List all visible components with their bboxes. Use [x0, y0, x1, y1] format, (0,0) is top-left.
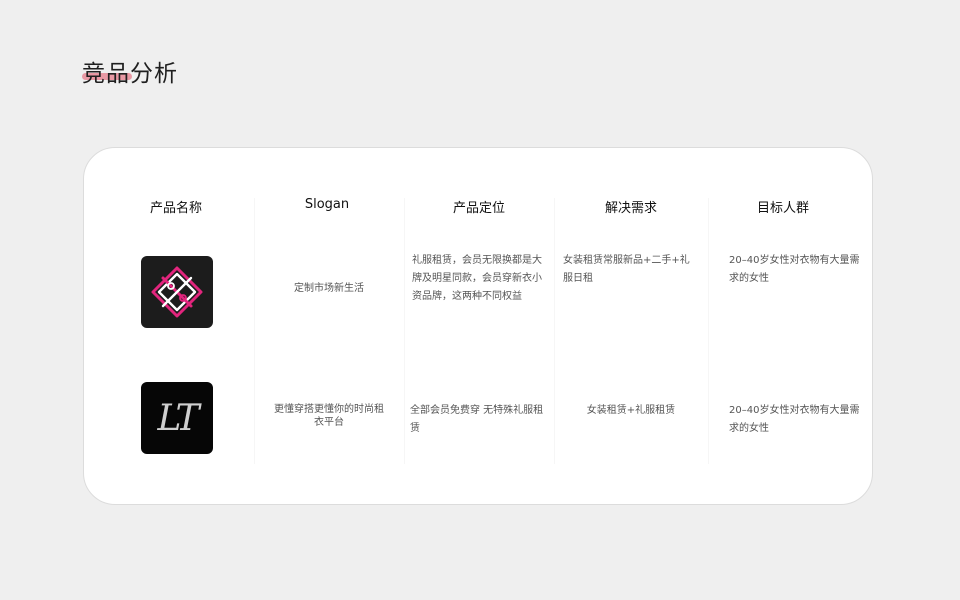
header-positioning: 产品定位	[452, 201, 506, 216]
lt-logo-icon: LT	[157, 397, 200, 439]
row1-needs: 女装租赁常服新品+二手+礼服日租	[563, 255, 690, 284]
column-divider	[254, 198, 255, 464]
row2-slogan: 更懂穿搭更懂你的时尚租衣平台	[274, 404, 384, 428]
comparison-table-card: 产品名称 Slogan 产品定位 解决需求 目标人群 定制市场新生活 礼服租赁，…	[83, 147, 873, 505]
header-needs: 解决需求	[604, 201, 658, 216]
row1-audience: 20–40岁女性对衣物有大量需求的女性	[729, 255, 860, 284]
product-logo-1	[141, 256, 213, 328]
row1-positioning: 礼服租赁，会员无限换都是大牌及明星同款，会员穿新衣小资品牌，这两种不同权益	[412, 255, 542, 302]
row2-positioning: 全部会员免费穿 无特殊礼服租赁	[410, 405, 544, 434]
header-product-name: 产品名称	[149, 201, 203, 216]
column-divider	[708, 198, 709, 464]
row2-needs: 女装租赁+礼服租赁	[586, 405, 676, 416]
row2-audience: 20–40岁女性对衣物有大量需求的女性	[729, 405, 860, 434]
header-slogan: Slogan	[304, 197, 350, 212]
page-title: 竞品分析	[82, 61, 178, 87]
row1-slogan: 定制市场新生活	[294, 283, 364, 294]
column-divider	[404, 198, 405, 464]
hangers-diamond-logo-icon	[151, 266, 203, 318]
header-audience: 目标人群	[756, 201, 810, 216]
page-title-wrap: 竞品分析	[82, 54, 178, 88]
product-logo-2: LT	[141, 382, 213, 454]
column-divider	[554, 198, 555, 464]
